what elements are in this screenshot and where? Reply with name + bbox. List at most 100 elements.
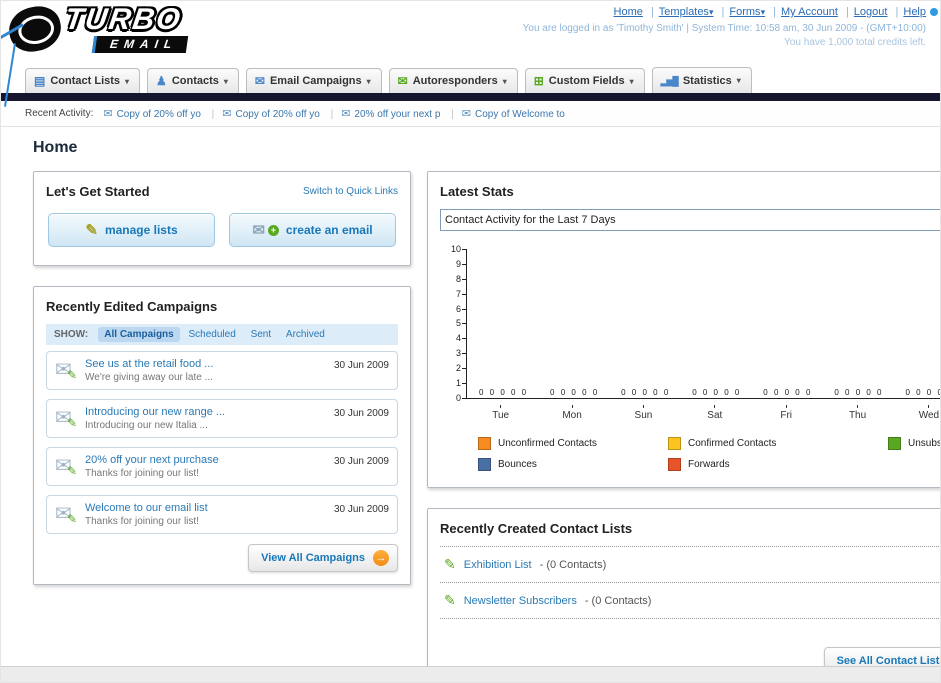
corner-dot-icon (930, 8, 938, 16)
campaign-row: ✉ ✎ Welcome to our email list Thanks for… (46, 495, 398, 534)
contact-list-row: ✎ Exhibition List - (0 Contacts) (440, 547, 940, 583)
chevron-down-icon: ▾ (629, 76, 634, 86)
chart-legend: Unconfirmed Contacts Confirmed Contacts … (478, 437, 941, 471)
legend-item: Forwards (668, 458, 888, 471)
campaign-title-link[interactable]: See us at the retail food ... (85, 358, 326, 370)
chevron-down-icon: ▾ (736, 76, 741, 85)
stats-title: Latest Stats (440, 184, 514, 199)
legend-swatch-icon (668, 437, 681, 450)
chevron-down-icon: ▾ (223, 76, 228, 86)
y-axis-tick-label: 4 (442, 334, 466, 343)
contact-list-count: - (0 Contacts) (584, 594, 652, 607)
top-nav-link-label: Home (613, 6, 643, 18)
campaign-title-link[interactable]: 20% off your next purchase (85, 454, 326, 466)
x-axis-day-label: Sat (679, 405, 750, 421)
top-nav-link[interactable]: Forms▾ (717, 6, 766, 18)
nav-tab-icon (34, 75, 45, 87)
campaign-filter-link[interactable]: Scheduled (183, 327, 242, 342)
nav-tab[interactable]: Custom Fields ▾ (524, 68, 645, 93)
contact-list-link[interactable]: Exhibition List (464, 559, 532, 571)
nav-tab[interactable]: Email Campaigns ▾ (245, 68, 382, 93)
chart-group-values: 0 0 0 0 0 (905, 388, 940, 397)
view-all-campaigns-button[interactable]: View All Campaigns → (248, 544, 398, 572)
get-started-panel: Let's Get Started Switch to Quick Links … (33, 171, 411, 266)
stats-period-select[interactable]: Contact Activity for the Last 7 Days (440, 209, 940, 231)
legend-item: Bounces (478, 458, 668, 471)
recent-activity-items: ✉Copy of 20% off yo ✉Copy of 20% off yo … (103, 107, 565, 120)
campaign-filter-bar: SHOW: All Campaigns Scheduled Sent Archi… (46, 324, 398, 345)
recent-activity-link[interactable]: Copy of 20% off yo (236, 109, 320, 120)
right-column: Latest Stats Contact Activity for the La… (427, 171, 941, 682)
campaign-row: ✉ ✎ Introducing our new range ... Introd… (46, 399, 398, 438)
chevron-down-icon: ▾ (760, 7, 766, 17)
create-email-button[interactable]: ✉ + create an email (229, 213, 396, 247)
left-column: Let's Get Started Switch to Quick Links … (33, 171, 411, 605)
main-nav: Contact Lists ▾ Contacts ▾ Email Campaig… (1, 63, 940, 93)
recent-activity-item: ✉ Copy of 20% off yo (103, 108, 201, 120)
chart-group-values: 0 0 0 0 0 (763, 388, 811, 397)
top-nav-link-label: Help (903, 6, 926, 18)
contact-activity-chart: 10 9 8 7 6 5 4 3 2 1 0 0 0 0 0 00 0 0 0 00 0 0 0 0… (440, 245, 940, 403)
chart-group-values: 0 0 0 0 0 (834, 388, 882, 397)
y-axis-tick-label: 0 (442, 393, 466, 403)
top-nav: Home Templates▾ Forms▾ My Account Logout… (523, 6, 926, 18)
campaign-list: ✉ ✎ See us at the retail food ... We're … (46, 351, 398, 534)
contact-lists-title: Recently Created Contact Lists (440, 521, 633, 536)
top-nav-link[interactable]: Logout (841, 6, 888, 18)
campaign-filter-link[interactable]: Sent (245, 327, 278, 342)
contact-list-link[interactable]: Newsletter Subscribers (464, 595, 577, 607)
nav-tab[interactable]: Autoresponders ▾ (388, 68, 518, 93)
campaign-subtitle: We're giving away our late ... (85, 372, 213, 383)
top-nav-link-label: My Account (781, 6, 838, 18)
nav-tab[interactable]: Contact Lists ▾ (25, 68, 141, 93)
campaign-title-link[interactable]: Welcome to our email list (85, 502, 326, 514)
manage-lists-button[interactable]: ✎ manage lists (48, 213, 215, 247)
chart-groups: 0 0 0 0 0 0 0 0 0 0 0 0 0 0 0 0 0 0 0 0 0 0 … (467, 388, 940, 397)
nav-tab-icon (156, 75, 167, 87)
campaign-row: ✉ ✎ See us at the retail food ... We're … (46, 351, 398, 390)
switch-quick-links-link[interactable]: Switch to Quick Links (303, 186, 398, 197)
get-started-title: Let's Get Started (46, 184, 150, 199)
nav-tab[interactable]: Contacts ▾ (147, 68, 239, 93)
legend-swatch-icon (478, 458, 491, 471)
campaign-row: ✉ ✎ 20% off your next purchase Thanks fo… (46, 447, 398, 486)
logo-secondary: EMAIL (91, 36, 189, 53)
top-nav-link[interactable]: Templates▾ (646, 6, 714, 18)
chart-group-values: 0 0 0 0 0 (692, 388, 740, 397)
x-axis-day-label: Wed (893, 405, 940, 421)
campaign-filter-link[interactable]: All Campaigns (98, 327, 180, 342)
top-nav-link-label: Templates (658, 6, 709, 18)
top-nav-link[interactable]: My Account (768, 6, 838, 18)
page: TURBO EMAIL Home Templates▾ Forms▾ My Ac… (0, 0, 941, 683)
nav-tab[interactable]: Statistics ▾ (651, 67, 752, 93)
recent-activity-item: ✉ Copy of 20% off yo (204, 108, 320, 120)
envelope-icon: ✉ (461, 108, 472, 120)
nav-tab-label: Contacts (171, 75, 219, 87)
nav-tab-icon (661, 74, 678, 87)
campaign-title-link[interactable]: Introducing our new range ... (85, 406, 326, 418)
recent-activity-link[interactable]: Copy of 20% off yo (117, 109, 201, 120)
recent-activity-bar: Recent Activity: ✉Copy of 20% off yo ✉Co… (1, 101, 940, 127)
campaign-envelope-pencil-icon: ✉ ✎ (55, 359, 78, 382)
nav-tab-label: Contact Lists (50, 75, 121, 87)
legend-label: Forwards (688, 459, 730, 470)
page-title: Home (33, 139, 78, 156)
legend-label: Unsubscribes (908, 438, 941, 449)
login-info: You are logged in as 'Timothy Smith' | S… (522, 23, 926, 34)
recent-activity-link[interactable]: Copy of Welcome to (475, 109, 565, 120)
top-nav-link[interactable]: Home (614, 6, 643, 18)
y-axis-tick-label: 3 (442, 349, 466, 358)
legend-item: Unconfirmed Contacts (478, 437, 668, 450)
x-axis-day-label: Tue (465, 405, 536, 421)
campaign-filter-link[interactable]: Archived (280, 327, 331, 342)
legend-label: Unconfirmed Contacts (498, 438, 597, 449)
legend-swatch-icon (888, 437, 901, 450)
envelope-icon: ✉ (103, 108, 113, 120)
recent-activity-link[interactable]: 20% off your next p (354, 109, 440, 120)
campaign-envelope-pencil-icon: ✉ ✎ (55, 407, 78, 430)
contact-lists-body: ✎ Exhibition List - (0 Contacts) ✎ Newsl… (440, 546, 940, 619)
chart-x-axis-labels: Tue Mon Sun Sat Fri Thu Wed (465, 405, 940, 421)
top-nav-link[interactable]: Help (891, 6, 926, 18)
pencil-icon: ✎ (444, 556, 456, 572)
credits-info: You have 1,000 total credits left. (784, 37, 926, 48)
